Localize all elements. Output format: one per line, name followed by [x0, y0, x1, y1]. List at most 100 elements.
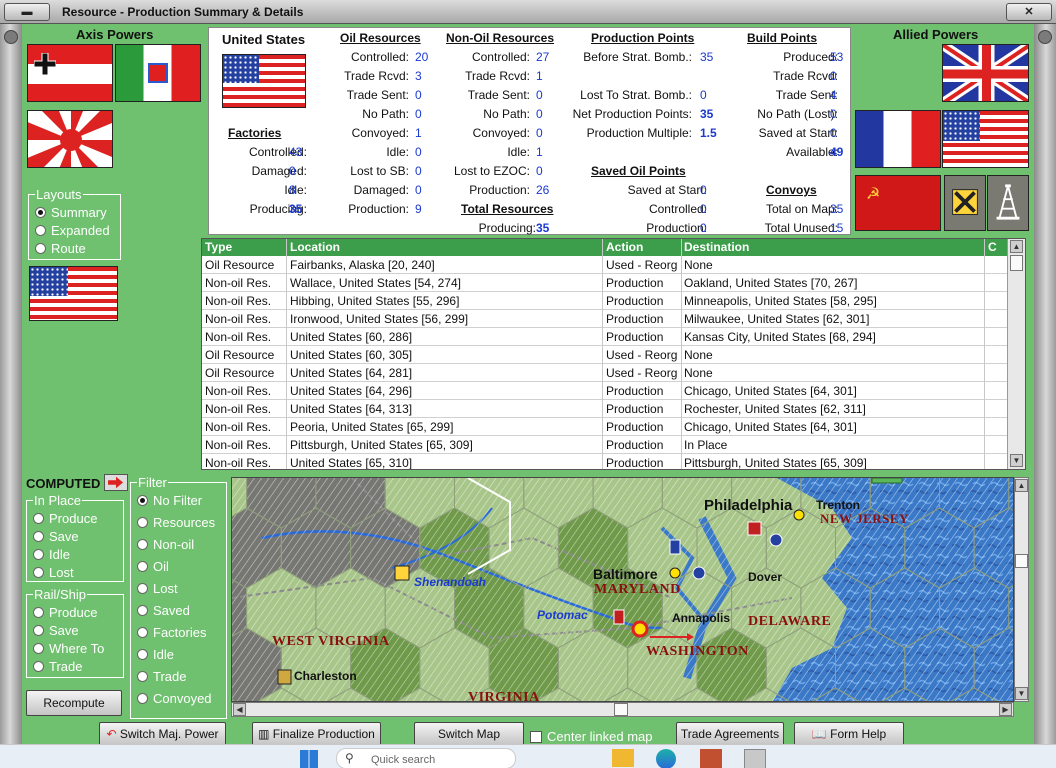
filter-trade-radio[interactable]: Trade	[137, 669, 186, 684]
table-row[interactable]: Non-oil Res. Pittsburgh, United States [6…	[202, 436, 1008, 454]
map-label-maryland[interactable]: MARYLAND	[594, 582, 681, 598]
col-location-header[interactable]: Location	[290, 240, 340, 254]
map-label-shenandoah[interactable]: Shenandoah	[414, 575, 486, 589]
map-hscroll-thumb[interactable]	[614, 703, 628, 716]
filter-idle-radio[interactable]: Idle	[137, 647, 174, 662]
switch-map-button[interactable]: Switch Map	[414, 722, 524, 746]
table-row[interactable]: Oil Resource Fairbanks, Alaska [20, 240] U…	[202, 256, 1008, 274]
map-scroll-up-icon[interactable]: ▲	[1015, 479, 1028, 492]
in-place-idle-radio[interactable]: Idle	[33, 547, 70, 562]
scroll-down-icon[interactable]: ▼	[1010, 454, 1023, 467]
map-vscroll-thumb[interactable]	[1015, 554, 1028, 568]
factory-marker-icon[interactable]	[747, 521, 762, 536]
map-scroll-left-icon[interactable]: ◀	[233, 703, 246, 716]
close-button[interactable]: ✕	[1006, 3, 1052, 21]
table-row[interactable]: Non-oil Res. United States [65, 310] Produ…	[202, 454, 1008, 469]
col-type-header[interactable]: Type	[205, 240, 232, 254]
rail-ship-save-radio[interactable]: Save	[33, 623, 79, 638]
checkbox-box[interactable]	[530, 731, 542, 743]
app-window-icon[interactable]	[744, 749, 766, 768]
windows-start-icon[interactable]	[300, 750, 318, 768]
washington-capital-icon[interactable]	[631, 620, 649, 638]
layout-expanded-radio[interactable]: Expanded	[35, 223, 110, 238]
map-label-dover[interactable]: Dover	[748, 570, 782, 584]
france-flag[interactable]	[855, 110, 941, 168]
form-help-button[interactable]: 📖 Form Help	[794, 722, 904, 746]
finalize-production-button[interactable]: ▥ Finalize Production	[252, 722, 381, 746]
mines-resource-icon[interactable]	[944, 175, 986, 231]
factory-marker-icon[interactable]	[613, 609, 625, 625]
map-label-philadelphia[interactable]: Philadelphia	[704, 497, 792, 514]
table-vertical-scrollbar[interactable]: ▲ ▼	[1007, 239, 1025, 469]
filter-lost-radio[interactable]: Lost	[137, 581, 178, 596]
map-label-annapolis[interactable]: Annapolis	[672, 611, 730, 625]
file-explorer-icon[interactable]	[612, 749, 634, 767]
selected-power-usa-flag[interactable]	[29, 266, 118, 321]
map-label-virginia[interactable]: VIRGINIA	[468, 690, 540, 701]
anchor-icon[interactable]	[692, 566, 706, 580]
switch-major-power-button[interactable]: ↶ Switch Maj. Power	[99, 722, 226, 746]
table-row[interactable]: Non-oil Res. Peoria, United States [65, 2…	[202, 418, 1008, 436]
baltimore-city-icon[interactable]	[669, 567, 681, 579]
table-row[interactable]: Oil Resource United States [60, 305] Used …	[202, 346, 1008, 364]
layout-route-radio[interactable]: Route	[35, 241, 86, 256]
rail-ship-trade-radio[interactable]: Trade	[33, 659, 82, 674]
map-label-new-jersey[interactable]: NEW JERSEY	[820, 511, 909, 527]
table-row[interactable]: Non-oil Res. Wallace, United States [54, …	[202, 274, 1008, 292]
filter-non-oil-radio[interactable]: Non-oil	[137, 537, 194, 552]
col-action-header[interactable]: Action	[606, 240, 643, 254]
title-bar[interactable]: ▬ Resource - Production Summary & Detail…	[0, 0, 1056, 24]
table-row[interactable]: Non-oil Res. United States [64, 313] Produ…	[202, 400, 1008, 418]
mine-resource-icon[interactable]	[394, 565, 410, 581]
map-vertical-scrollbar[interactable]: ▲ ▼	[1014, 477, 1029, 702]
in-place-lost-radio[interactable]: Lost	[33, 565, 74, 580]
map-label-delaware[interactable]: DELAWARE	[748, 614, 831, 630]
trade-agreements-button[interactable]: Trade Agreements	[676, 722, 784, 746]
filter-no-filter-radio[interactable]: No Filter	[137, 493, 202, 508]
germany-flag[interactable]	[27, 44, 113, 102]
map-label-baltimore[interactable]: Baltimore	[593, 566, 658, 582]
layout-summary-radio[interactable]: Summary	[35, 205, 107, 220]
rail-ship-produce-radio[interactable]: Produce	[33, 605, 97, 620]
filter-resources-radio[interactable]: Resources	[137, 515, 215, 530]
map-scroll-down-icon[interactable]: ▼	[1015, 687, 1028, 700]
trenton-city-icon[interactable]	[793, 509, 805, 521]
filter-factories-radio[interactable]: Factories	[137, 625, 206, 640]
recompute-button[interactable]: Recompute	[26, 690, 122, 716]
map-horizontal-scrollbar[interactable]: ◀ ▶	[231, 702, 1014, 717]
in-place-produce-radio[interactable]: Produce	[33, 511, 97, 526]
anchor-icon[interactable]	[769, 533, 783, 547]
table-row[interactable]: Non-oil Res. Ironwood, United States [56,…	[202, 310, 1008, 328]
col-destination-header[interactable]: Destination	[684, 240, 749, 254]
table-row[interactable]: Non-oil Res. United States [60, 286] Produ…	[202, 328, 1008, 346]
computed-arrow-button[interactable]	[104, 474, 128, 491]
map-label-charleston[interactable]: Charleston	[294, 669, 357, 683]
uk-flag[interactable]	[942, 44, 1029, 102]
col-c-header[interactable]: C	[988, 240, 997, 254]
rail-ship-where-to-radio[interactable]: Where To	[33, 641, 104, 656]
table-row[interactable]: Oil Resource United States [64, 281] Used …	[202, 364, 1008, 382]
map-label-potomac[interactable]: Potomac	[537, 608, 588, 622]
oil-derrick-icon[interactable]	[987, 175, 1029, 231]
map-label-trenton[interactable]: Trenton	[816, 498, 860, 512]
italy-flag[interactable]	[115, 44, 201, 102]
map-label-west-virginia[interactable]: WEST VIRGINIA	[272, 634, 390, 650]
japan-flag[interactable]	[27, 110, 113, 168]
map-view[interactable]: Philadelphia Trenton NEW JERSEY Shenandoah B…	[231, 477, 1014, 702]
window-menu-button[interactable]: ▬	[4, 3, 50, 21]
in-place-save-radio[interactable]: Save	[33, 529, 79, 544]
oil-resource-icon[interactable]	[277, 669, 292, 685]
resource-table[interactable]: Type Location Action Destination C Oil R…	[201, 238, 1026, 470]
filter-convoyed-radio[interactable]: Convoyed	[137, 691, 212, 706]
scroll-up-icon[interactable]: ▲	[1010, 240, 1023, 253]
edge-browser-icon[interactable]	[656, 749, 676, 768]
scroll-thumb[interactable]	[1010, 255, 1023, 271]
game-app-icon[interactable]	[700, 749, 722, 768]
center-linked-map-checkbox[interactable]: Center linked map	[530, 729, 653, 744]
port-marker-icon[interactable]	[669, 539, 681, 555]
filter-saved-radio[interactable]: Saved	[137, 603, 190, 618]
taskbar-search-box[interactable]: ⚲ Quick search	[336, 748, 516, 768]
table-row[interactable]: Non-oil Res. United States [64, 296] Produ…	[202, 382, 1008, 400]
map-label-washington[interactable]: WASHINGTON	[646, 644, 749, 660]
filter-oil-radio[interactable]: Oil	[137, 559, 169, 574]
